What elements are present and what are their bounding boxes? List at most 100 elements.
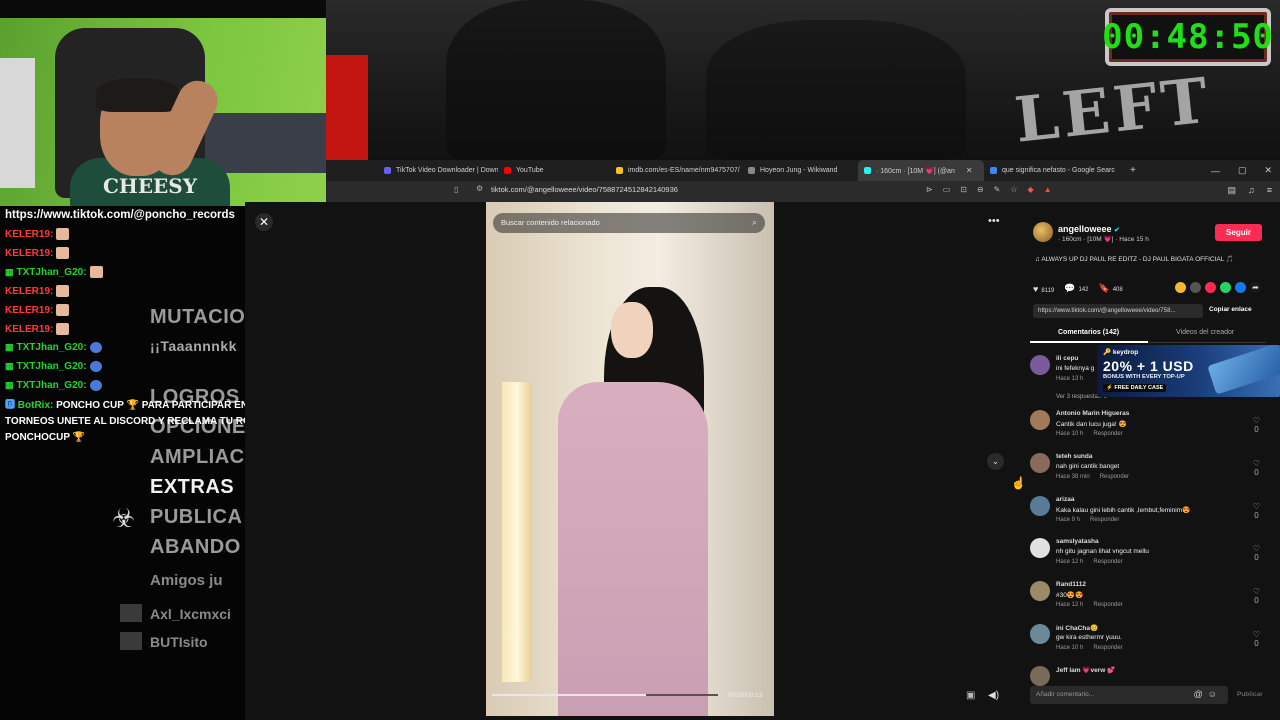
commenter-name[interactable]: Antonio Marin Higueras xyxy=(1056,410,1129,417)
comment-like[interactable]: ♡ 0 xyxy=(1253,502,1260,520)
botrix-name: BotRix: xyxy=(17,400,54,411)
creator-avatar[interactable] xyxy=(1033,222,1053,242)
commenter-name[interactable]: Jeff lam 💗verw 💕 xyxy=(1056,666,1115,674)
browser-tab[interactable]: Hoyeon Jung - Wikiwand xyxy=(742,160,858,181)
commenter-name[interactable]: samslyatasha xyxy=(1056,538,1099,545)
extension-alert-icon[interactable]: ▲ xyxy=(1044,185,1052,194)
menu-icon[interactable]: ≡ xyxy=(1267,185,1272,196)
install-icon[interactable]: ⊡ xyxy=(960,185,967,194)
comment-text: Cantik dan lucu juga! 😍 xyxy=(1056,421,1127,428)
channel-link: https://www.tiktok.com/@poncho_records xyxy=(5,209,235,221)
edit-icon[interactable]: ✎ xyxy=(994,185,1001,194)
commenter-avatar[interactable] xyxy=(1030,355,1050,375)
music-title[interactable]: ♫ ALWAYS UP DJ PAUL RE EDITZ - DJ PAUL B… xyxy=(1035,255,1234,263)
copy-link-button[interactable]: Copiar enlace xyxy=(1209,306,1252,313)
commenter-avatar[interactable] xyxy=(1030,410,1050,430)
chat-message: ▦ TXTJhan_G20: xyxy=(5,380,102,391)
creator-name[interactable]: angelloweee ✔ xyxy=(1058,224,1120,234)
maximize-icon[interactable]: ▢ xyxy=(1238,165,1247,176)
comment-stat[interactable]: 💬 142 xyxy=(1064,283,1088,294)
volume-icon[interactable]: ◀) xyxy=(988,690,999,701)
reply-button[interactable]: Responder xyxy=(1090,517,1119,523)
comment-item: arizaa Kaka kalau gini lebih cantik ,lemb… xyxy=(1030,496,1270,536)
commenter-avatar[interactable] xyxy=(1030,538,1050,558)
video-link-field[interactable]: https://www.tiktok.com/@angelloweee/vide… xyxy=(1033,304,1203,318)
heart-icon: ♡ xyxy=(1252,587,1260,596)
friends-label: Amigos ju xyxy=(150,572,223,589)
reply-button[interactable]: Responder xyxy=(1093,645,1122,651)
browser-tab[interactable]: · 160cm · [10M 💗] (@an ✕ xyxy=(858,160,984,181)
embed-icon[interactable] xyxy=(1190,282,1201,293)
commenter-name[interactable]: ili cepu xyxy=(1056,355,1078,362)
coin-share-icon[interactable] xyxy=(1175,282,1186,293)
browser-tab[interactable]: que significa nefasto - Google Searc xyxy=(984,160,1122,181)
captions-icon[interactable]: ▣ xyxy=(966,690,975,701)
comment-like[interactable]: ♡ 0 xyxy=(1253,587,1260,605)
zoom-icon[interactable]: ⊖ xyxy=(977,185,984,194)
commenter-name[interactable]: arizaa xyxy=(1056,496,1074,503)
chat-message: ▦ TXTJhan_G20: xyxy=(5,361,102,372)
video-progress-bar[interactable] xyxy=(492,694,718,696)
new-tab-button[interactable]: + xyxy=(1130,165,1136,176)
music-icon[interactable]: ♫ xyxy=(1248,185,1255,196)
tab-label: YouTube xyxy=(516,167,544,174)
comment-like[interactable]: ♡ 0 xyxy=(1253,416,1260,434)
tab-comments[interactable]: Comentarios (142) xyxy=(1058,329,1119,336)
browser-tab[interactable]: YouTube xyxy=(498,160,610,181)
comment-input[interactable]: Añadir comentario... @☺ xyxy=(1030,686,1228,704)
chat-message: KELER19: xyxy=(5,304,70,316)
screenshot-icon[interactable]: ▭ xyxy=(943,185,951,194)
follow-button[interactable]: Seguir xyxy=(1215,224,1262,241)
browser-tab[interactable]: TikTok Video Downloader | Downlo xyxy=(378,160,498,181)
tab-creator-videos[interactable]: Videos del creador xyxy=(1176,329,1234,336)
mention-icon[interactable]: @ xyxy=(1194,689,1208,699)
sub-badge-icon: ▦ xyxy=(5,361,14,371)
close-window-icon[interactable]: ✕ xyxy=(1264,165,1272,176)
site-info-icon[interactable]: ⚙ xyxy=(476,184,483,193)
commenter-avatar[interactable] xyxy=(1030,581,1050,601)
comment-text: gw kira esthermr yuuu. xyxy=(1056,634,1122,641)
comment-time: Hace 10 h xyxy=(1056,645,1084,651)
like-stat[interactable]: ♥ 8119 xyxy=(1033,284,1054,294)
send-icon[interactable] xyxy=(1205,282,1216,293)
emoji-icon[interactable]: ☺ xyxy=(1208,689,1222,699)
cast-icon[interactable]: ⊳ xyxy=(926,185,933,194)
reply-button[interactable]: Responder xyxy=(1093,431,1122,437)
share-arrow-icon[interactable]: ➦ xyxy=(1250,282,1261,293)
star-icon[interactable]: ☆ xyxy=(1010,185,1017,194)
close-tab-icon[interactable]: ✕ xyxy=(966,166,973,175)
comment-item: Rand1112 #30😍😍 Hace 12 h Responder ♡ 0 xyxy=(1030,581,1270,621)
comment-like[interactable]: ♡ 0 xyxy=(1253,630,1260,648)
commenter-name[interactable]: teteh sunda xyxy=(1056,453,1092,460)
next-video-button[interactable]: ⌄ xyxy=(987,453,1004,470)
comment-time: Hace 9 h xyxy=(1056,517,1081,523)
more-options-icon[interactable]: ••• xyxy=(988,215,1000,227)
video-player[interactable] xyxy=(486,202,774,716)
comment-like-count: 0 xyxy=(1254,468,1259,477)
commenter-avatar[interactable] xyxy=(1030,624,1050,644)
commenter-name[interactable]: ini ChaCha😊 xyxy=(1056,624,1098,632)
publish-button[interactable]: Publicar xyxy=(1237,691,1263,698)
whatsapp-icon[interactable] xyxy=(1220,282,1231,293)
browser-tab[interactable]: imdb.com/es-ES/name/nm9475707/ xyxy=(610,160,742,181)
reply-button[interactable]: Responder xyxy=(1093,602,1122,608)
comment-like[interactable]: ♡ 0 xyxy=(1253,459,1260,477)
reply-button[interactable]: Responder xyxy=(1093,559,1122,565)
search-icon[interactable]: ⌕ xyxy=(752,217,757,228)
commenter-avatar[interactable] xyxy=(1030,496,1050,516)
commenter-name[interactable]: Rand1112 xyxy=(1056,581,1086,588)
facebook-icon[interactable] xyxy=(1235,282,1246,293)
commenter-avatar[interactable] xyxy=(1030,666,1050,686)
comment-like[interactable]: ♡ 0 xyxy=(1253,544,1260,562)
url-field[interactable]: tiktok.com/@angelloweee/video/7588724512… xyxy=(491,185,678,194)
reply-button[interactable]: Responder xyxy=(1100,474,1129,480)
minimize-icon[interactable]: — xyxy=(1211,166,1220,176)
related-search-input[interactable]: Buscar contenido relacionado ⌕ xyxy=(493,213,765,233)
extension-red-icon[interactable]: ◆ xyxy=(1028,185,1034,194)
close-video-button[interactable]: ✕ xyxy=(255,213,273,231)
sidebar-icon[interactable]: ▤ xyxy=(1227,185,1236,196)
chat-message: KELER19: xyxy=(5,247,70,259)
save-stat[interactable]: 🔖 408 xyxy=(1098,283,1122,294)
bookmark-icon[interactable]: ▯ xyxy=(454,185,458,194)
commenter-avatar[interactable] xyxy=(1030,453,1050,473)
